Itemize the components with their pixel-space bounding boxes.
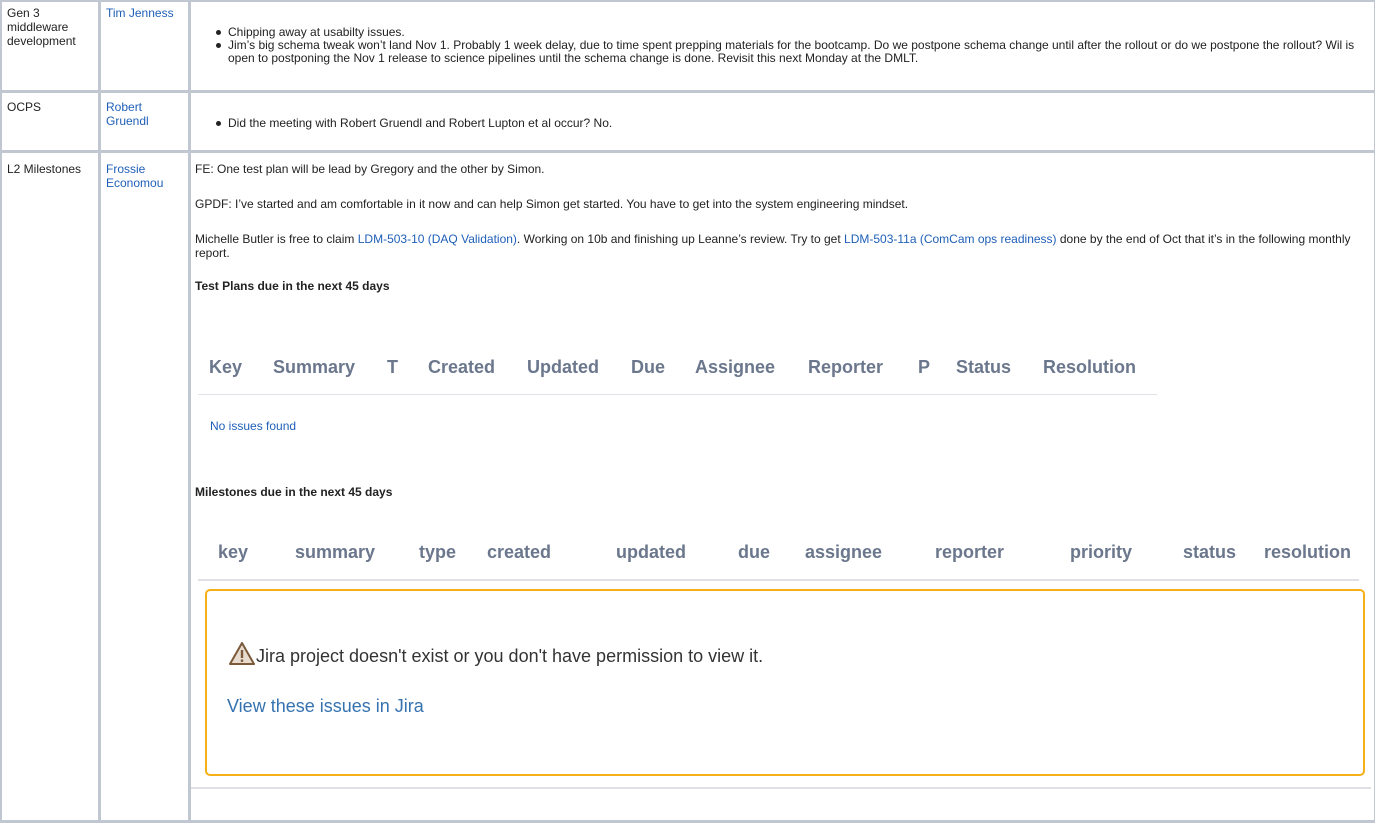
column-header[interactable]: Updated	[527, 357, 599, 378]
column-header[interactable]: Reporter	[808, 357, 883, 378]
column-header[interactable]: Key	[209, 357, 242, 378]
column-header[interactable]: Assignee	[695, 357, 775, 378]
notes-cell: Chipping away at usabilty issues. Jim’s …	[208, 26, 1368, 65]
notes-cell: Did the meeting with Robert Gruendl and …	[208, 117, 1368, 130]
table-row: OCPS Robert Gruendl Did the meeting with…	[2, 93, 1375, 153]
topic-cell: L2 Milestones	[7, 162, 82, 176]
column-header[interactable]: resolution	[1264, 542, 1351, 563]
test-plans-table-header: Key Summary T Created Updated Due Assignee Repo…	[198, 346, 1157, 395]
owner-link[interactable]: Robert Gruendl	[106, 100, 176, 128]
bullet-list: Chipping away at usabilty issues. Jim’s …	[208, 26, 1368, 65]
column-header[interactable]: updated	[616, 542, 686, 563]
column-header[interactable]: status	[1183, 542, 1236, 563]
column-header[interactable]: P	[918, 357, 930, 378]
topic-cell: Gen 3 middleware development	[7, 6, 76, 48]
column-header[interactable]: T	[387, 357, 398, 378]
column-header[interactable]: Created	[428, 357, 495, 378]
column-header[interactable]: Status	[956, 357, 1011, 378]
paragraph-text: Michelle Butler is free to claim	[195, 232, 358, 246]
column-header[interactable]: priority	[1070, 542, 1132, 563]
column-header[interactable]: Resolution	[1043, 357, 1136, 378]
view-in-jira-link[interactable]: View these issues in Jira	[227, 696, 424, 717]
paragraph: FE: One test plan will be lead by Gregor…	[195, 162, 545, 176]
column-header[interactable]: created	[487, 542, 551, 563]
list-item: Did the meeting with Robert Gruendl and …	[216, 117, 1368, 130]
notes-cell: FE: One test plan will be lead by Gregor…	[195, 162, 1365, 293]
paragraph-text: . Working on 10b and finishing up Leanne…	[516, 232, 845, 246]
jira-warning-box: Jira project doesn't exist or you don't …	[205, 589, 1365, 776]
meeting-table: Gen 3 middleware development Tim Jenness…	[0, 0, 1375, 823]
test-plans-heading: Test Plans due in the next 45 days	[195, 279, 390, 293]
column-header[interactable]: assignee	[805, 542, 882, 563]
milestones-table-header: key summary type created updated due assignee r…	[198, 529, 1359, 581]
ldm-503-10-link[interactable]: LDM-503-10 (DAQ Validation)	[358, 232, 517, 246]
column-header[interactable]: due	[738, 542, 770, 563]
warning-triangle-icon	[229, 642, 255, 666]
bullet-list: Did the meeting with Robert Gruendl and …	[208, 117, 1368, 130]
paragraph: Michelle Butler is free to claim LDM-503…	[195, 232, 1365, 260]
table-row: L2 Milestones Frossie Economou FE: One t…	[2, 153, 1375, 823]
column-header[interactable]: reporter	[935, 542, 1004, 563]
milestones-heading: Milestones due in the next 45 days	[195, 485, 393, 499]
column-header[interactable]: type	[419, 542, 456, 563]
column-header[interactable]: key	[218, 542, 248, 563]
divider	[191, 787, 1371, 789]
list-item: Jim’s big schema tweak won’t land Nov 1.…	[216, 39, 1368, 65]
warning-message: Jira project doesn't exist or you don't …	[256, 646, 764, 666]
owner-link[interactable]: Tim Jenness	[106, 6, 176, 20]
no-issues-text: No issues found	[210, 419, 297, 433]
owner-link[interactable]: Frossie Economou	[106, 162, 176, 190]
column-header[interactable]: Due	[631, 357, 665, 378]
ldm-503-11a-link[interactable]: LDM-503-11a (ComCam ops readiness)	[844, 232, 1057, 246]
paragraph: GPDF: I’ve started and am comfortable in…	[195, 197, 909, 211]
topic-cell: OCPS	[7, 100, 42, 114]
column-header[interactable]: Summary	[273, 357, 355, 378]
column-header[interactable]: summary	[295, 542, 375, 563]
table-row: Gen 3 middleware development Tim Jenness…	[2, 0, 1375, 93]
